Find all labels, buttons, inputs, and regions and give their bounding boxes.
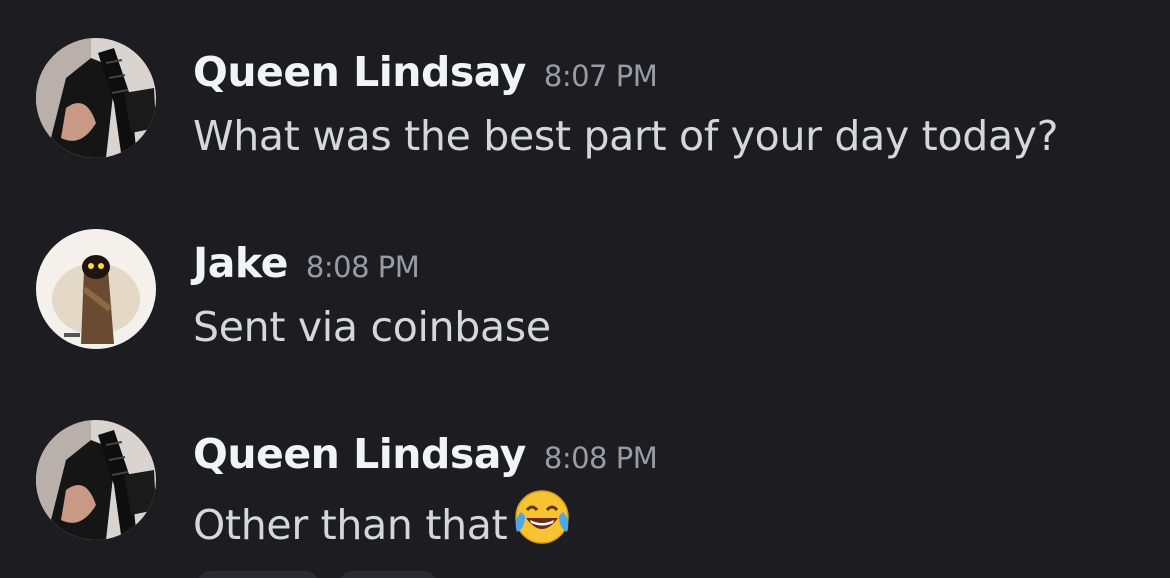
message-header: Jake 8:08 PM: [193, 239, 420, 289]
user-avatar-photo-icon: [36, 38, 156, 158]
face-with-tears-of-joy-icon: [513, 488, 571, 556]
user-avatar-photo-icon: [36, 420, 156, 540]
chat-message[interactable]: Queen Lindsay 8:07 PM What was the best p…: [0, 38, 1170, 178]
message-text: What was the best part of your day today…: [193, 112, 1059, 160]
chat-message[interactable]: Jake 8:08 PM Sent via coinbase: [0, 229, 1170, 369]
avatar-queen-lindsay[interactable]: [36, 420, 156, 540]
author-name[interactable]: Queen Lindsay: [193, 48, 526, 96]
hooded-figure-avatar-icon: [36, 229, 156, 349]
message-text: Other than that: [193, 501, 508, 549]
avatar-queen-lindsay[interactable]: [36, 38, 156, 158]
message-header: Queen Lindsay 8:07 PM: [193, 48, 658, 98]
chat-message[interactable]: Queen Lindsay 8:08 PM Other than that: [0, 420, 1170, 560]
message-text-container: Other than that: [193, 490, 571, 562]
timestamp: 8:08 PM: [305, 250, 420, 284]
author-name[interactable]: Jake: [193, 239, 288, 287]
timestamp: 8:08 PM: [543, 441, 658, 475]
timestamp: 8:07 PM: [543, 59, 658, 93]
avatar-jake[interactable]: [36, 229, 156, 349]
author-name[interactable]: Queen Lindsay: [193, 430, 526, 478]
message-text: Sent via coinbase: [193, 303, 551, 351]
reaction-chip[interactable]: [340, 571, 436, 578]
message-header: Queen Lindsay 8:08 PM: [193, 430, 658, 480]
reaction-chip[interactable]: [198, 571, 318, 578]
